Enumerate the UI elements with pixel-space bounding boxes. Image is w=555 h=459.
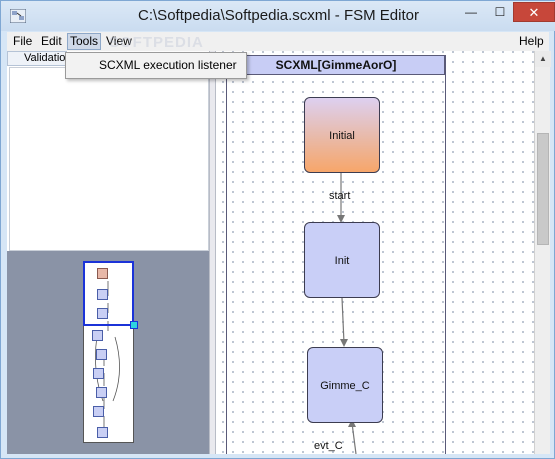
validation-panel: [9, 67, 209, 251]
overview-node: [93, 406, 104, 417]
overview-node: [92, 330, 103, 341]
minimize-button[interactable]: —: [457, 2, 485, 22]
close-button[interactable]: ✕: [513, 2, 555, 22]
tools-dropdown-menu: SCXML execution listener: [65, 52, 247, 79]
menu-file[interactable]: File: [11, 34, 34, 48]
menu-item-scxml-execution-listener[interactable]: SCXML execution listener: [66, 53, 246, 78]
transition-label-start[interactable]: start: [329, 190, 350, 202]
softpedia-watermark: SOFTPEDIA: [109, 34, 204, 51]
diagram-canvas[interactable]: SCXML[GimmeAorO] Initial start Init Gimm…: [216, 51, 534, 454]
menu-tools[interactable]: Tools: [67, 33, 102, 50]
state-gimme-c[interactable]: Gimme_C: [307, 347, 383, 423]
state-initial[interactable]: Initial: [304, 97, 380, 173]
diagram-overview[interactable]: [7, 251, 209, 454]
state-init[interactable]: Init: [304, 222, 380, 298]
scroll-up-arrow-icon[interactable]: ▲: [535, 51, 551, 67]
overview-node: [96, 387, 107, 398]
validation-tab[interactable]: Validation: [7, 51, 67, 66]
overview-node: [97, 427, 108, 438]
menu-bar: File Edit Tools View Help: [7, 32, 549, 51]
fsm-editor-window: C:\Softpedia\Softpedia.scxml - FSM Edito…: [0, 0, 555, 459]
overview-node: [93, 368, 104, 379]
vertical-scrollbar[interactable]: ▲: [534, 51, 551, 454]
left-panel: Validation: [7, 51, 209, 454]
title-bar[interactable]: C:\Softpedia\Softpedia.scxml - FSM Edito…: [1, 1, 555, 31]
menu-edit[interactable]: Edit: [39, 34, 64, 48]
overview-node: [96, 349, 107, 360]
maximize-button[interactable]: ☐: [487, 2, 513, 22]
overview-viewport[interactable]: [83, 261, 134, 326]
menu-help[interactable]: Help: [517, 34, 546, 48]
split-pane-divider[interactable]: [209, 51, 216, 454]
transition-label-evt-c[interactable]: evt_C: [314, 440, 343, 452]
scroll-thumb[interactable]: [537, 133, 549, 245]
viewport-resize-handle[interactable]: [130, 321, 138, 329]
